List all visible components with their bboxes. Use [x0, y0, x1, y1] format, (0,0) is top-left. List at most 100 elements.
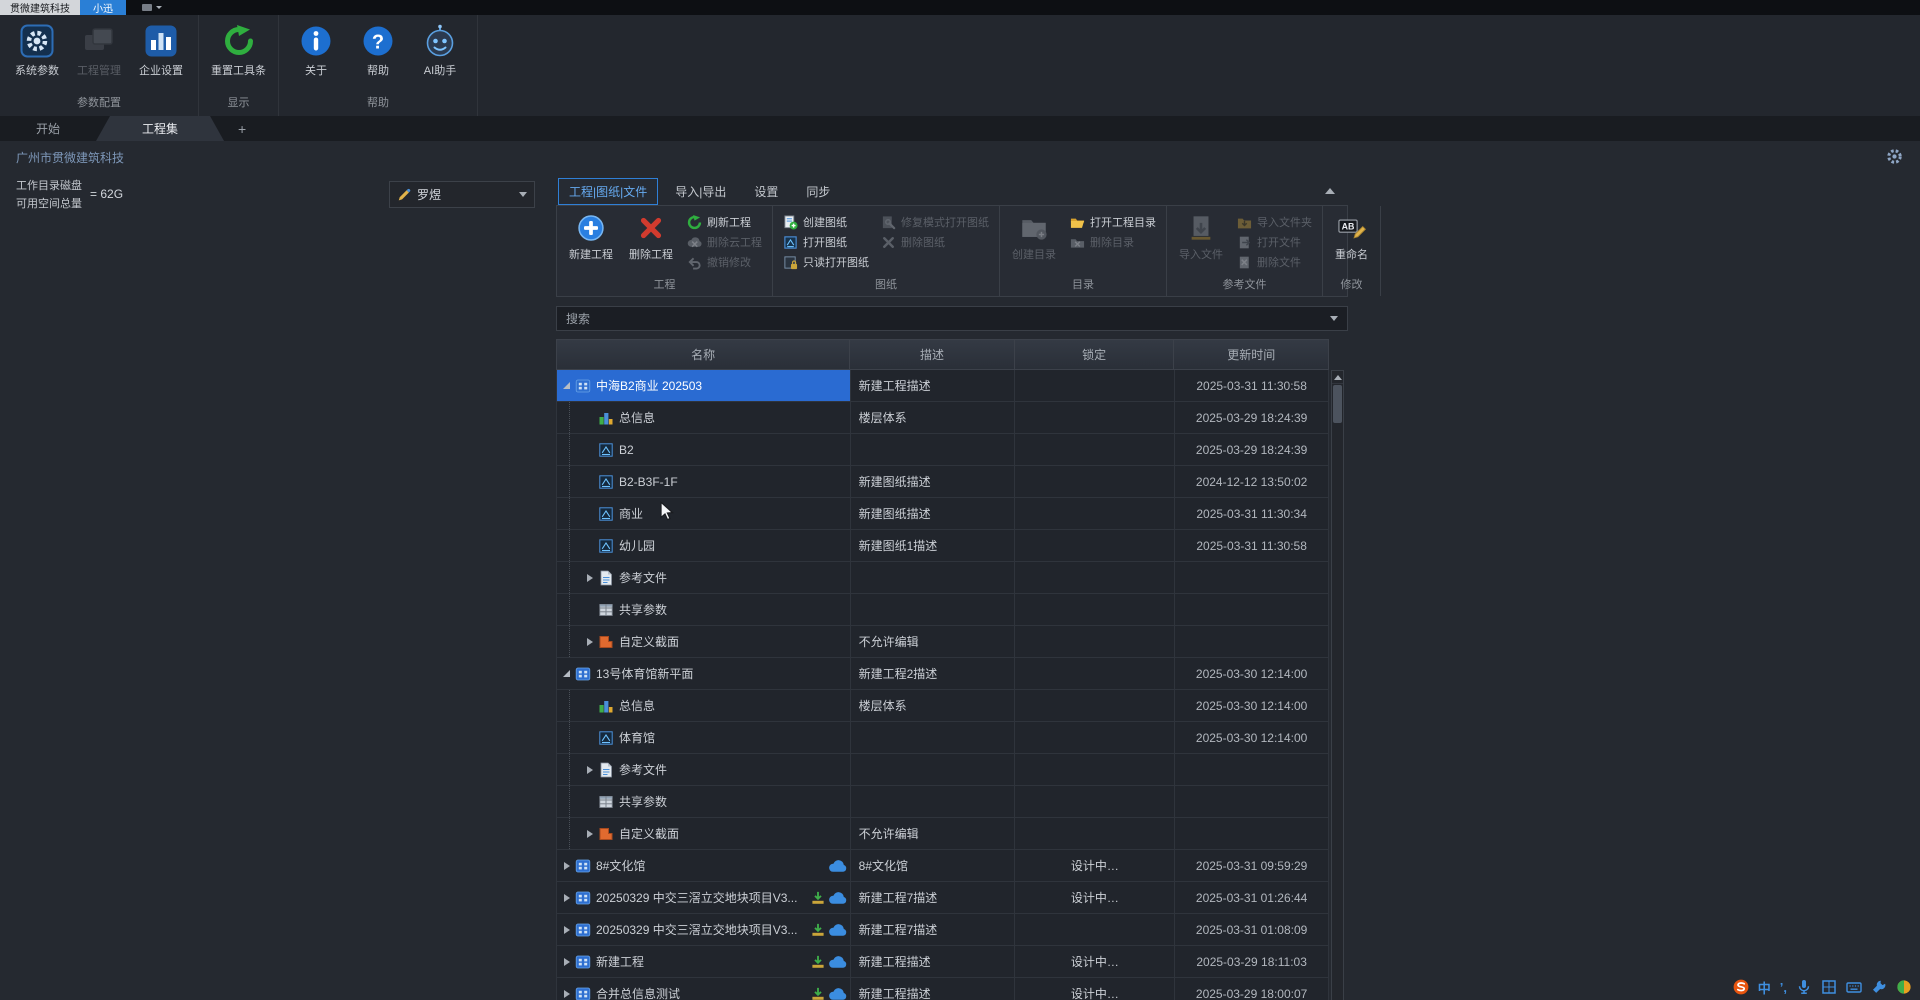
open-drawing-button[interactable]: 打开图纸 [777, 232, 875, 252]
table-row[interactable]: B22025-03-29 18:24:39 [557, 434, 1329, 466]
expand-arrow-icon[interactable] [560, 882, 573, 913]
expand-arrow-icon[interactable] [583, 562, 596, 593]
table-row[interactable]: 商业新建图纸描述2025-03-31 11:30:34 [557, 498, 1329, 530]
app-title-tab[interactable]: 贯微建筑科技 [0, 0, 80, 15]
expand-arrow-icon[interactable] [583, 626, 596, 657]
table-row[interactable]: 合并总信息测试新建工程描述设计中…2025-03-29 18:00:07 [557, 978, 1329, 1000]
quick-menu-button[interactable] [134, 0, 170, 15]
punctuation-icon[interactable]: ’, [1780, 979, 1787, 995]
scroll-up-arrow[interactable] [1332, 371, 1343, 384]
row-name-cell[interactable]: 总信息 [557, 690, 851, 721]
row-name-cell[interactable]: 总信息 [557, 402, 851, 433]
row-name-cell[interactable]: 参考文件 [557, 754, 851, 785]
row-name-cell[interactable]: 共享参数 [557, 786, 851, 817]
table-row[interactable]: 参考文件 [557, 562, 1329, 594]
row-name-cell[interactable]: 20250329 中交三滘立交地块项目V3... [557, 914, 851, 945]
open-project-directory-button[interactable]: 打开工程目录 [1064, 212, 1162, 232]
row-name-cell[interactable]: 自定义截面 [557, 626, 851, 657]
refresh-project-button[interactable]: 刷新工程 [681, 212, 768, 232]
table-row[interactable]: 共享参数 [557, 594, 1329, 626]
row-name: 自定义截面 [619, 825, 679, 842]
button-label: AI助手 [424, 62, 456, 78]
create-drawing-button[interactable]: 创建图纸 [777, 212, 875, 232]
table-row[interactable]: B2-B3F-1F新建图纸描述2024-12-12 13:50:02 [557, 466, 1329, 498]
rename-button[interactable]: AB重命名 [1327, 209, 1376, 262]
skin-icon[interactable] [1896, 979, 1912, 995]
new-project-button[interactable]: 新建工程 [561, 209, 621, 262]
about-button[interactable]: 关于 [285, 20, 347, 80]
expand-arrow-icon[interactable] [560, 978, 573, 1000]
user-dropdown[interactable]: 罗煜 [389, 181, 535, 208]
ai-assistant-button[interactable]: AI助手 [409, 20, 471, 80]
table-row[interactable]: 幼儿园新建图纸1描述2025-03-31 11:30:58 [557, 530, 1329, 562]
enterprise-settings-button[interactable]: 企业设置 [130, 20, 192, 80]
chinese-mode-icon[interactable]: 中 [1758, 979, 1771, 995]
row-name-cell[interactable]: 幼儿园 [557, 530, 851, 561]
add-tab-button[interactable]: + [224, 116, 260, 141]
tab-start[interactable]: 开始 [0, 116, 96, 141]
table-row[interactable]: 参考文件 [557, 754, 1329, 786]
column-header[interactable]: 描述 [850, 340, 1015, 369]
table-row[interactable]: 中海B2商业 202503新建工程描述2025-03-31 11:30:58 [557, 370, 1329, 402]
table-row[interactable]: 自定义截面不允许编辑 [557, 818, 1329, 850]
expand-arrow-icon[interactable] [560, 850, 573, 881]
tree-guide [569, 818, 583, 849]
table-row[interactable]: 总信息楼层体系2025-03-29 18:24:39 [557, 402, 1329, 434]
mic-icon[interactable] [1796, 979, 1812, 995]
scrollbar-thumb[interactable] [1333, 385, 1342, 423]
reset-toolbar-button[interactable]: 重置工具条 [205, 20, 272, 80]
row-name-cell[interactable]: 参考文件 [557, 562, 851, 593]
expand-arrow-icon[interactable] [560, 914, 573, 945]
table-row[interactable]: 新建工程新建工程描述设计中…2025-03-29 18:11:03 [557, 946, 1329, 978]
expand-arrow-icon[interactable] [560, 658, 573, 689]
table-row[interactable]: 13号体育馆新平面新建工程2描述2025-03-30 12:14:00 [557, 658, 1329, 690]
collapse-ribbon-button[interactable] [1320, 183, 1340, 199]
table-row[interactable]: 体育馆2025-03-30 12:14:00 [557, 722, 1329, 754]
row-name-cell[interactable]: 共享参数 [557, 594, 851, 625]
table-row[interactable]: 20250329 中交三滘立交地块项目V3...新建工程7描述设计中…2025-… [557, 882, 1329, 914]
column-header[interactable]: 锁定 [1015, 340, 1175, 369]
settings-gear-icon[interactable] [1886, 148, 1903, 165]
expand-arrow-icon[interactable] [583, 818, 596, 849]
expand-arrow-icon[interactable] [583, 754, 596, 785]
table-row[interactable]: 8#文化馆8#文化馆设计中…2025-03-31 09:59:29 [557, 850, 1329, 882]
table-row[interactable]: 总信息楼层体系2025-03-30 12:14:00 [557, 690, 1329, 722]
sogou-logo-icon[interactable] [1733, 979, 1749, 995]
row-name-cell[interactable]: 体育馆 [557, 722, 851, 753]
expand-arrow-icon[interactable] [560, 946, 573, 977]
tab-import-export[interactable]: 导入|导出 [664, 178, 737, 205]
row-name-cell[interactable]: 自定义截面 [557, 818, 851, 849]
row-name-cell[interactable]: 20250329 中交三滘立交地块项目V3... [557, 882, 851, 913]
delete-project-button[interactable]: 删除工程 [621, 209, 681, 262]
expand-arrow-icon[interactable] [560, 370, 573, 401]
column-header[interactable]: 更新时间 [1174, 340, 1328, 369]
vertical-scrollbar[interactable] [1331, 370, 1344, 1000]
row-name-cell[interactable]: 中海B2商业 202503 [557, 370, 851, 401]
tab-project-drawing-file[interactable]: 工程|图纸|文件 [558, 178, 658, 205]
xiaoxun-assistant-tab[interactable]: 小迅 [80, 0, 126, 15]
search-combobox[interactable]: 搜索 [556, 306, 1348, 331]
readonly-open-drawing-button[interactable]: 只读打开图纸 [777, 252, 875, 272]
create-drawing-icon [783, 215, 798, 230]
column-header[interactable]: 名称 [557, 340, 850, 369]
table-row[interactable]: 共享参数 [557, 786, 1329, 818]
table-row[interactable]: 自定义截面不允许编辑 [557, 626, 1329, 658]
tab-sync[interactable]: 同步 [795, 178, 841, 205]
keyboard-icon[interactable] [1846, 979, 1862, 995]
tab-settings[interactable]: 设置 [743, 178, 789, 205]
row-name-cell[interactable]: 8#文化馆 [557, 850, 851, 881]
row-name-cell[interactable]: 13号体育馆新平面 [557, 658, 851, 689]
tab-project-set[interactable]: 工程集 [96, 116, 224, 141]
table-row[interactable]: 20250329 中交三滘立交地块项目V3...新建工程7描述2025-03-3… [557, 914, 1329, 946]
panel-ribbon: 新建工程删除工程刷新工程删除云工程撤销修改工程创建图纸打开图纸只读打开图纸修复模… [556, 205, 1348, 297]
row-name-cell[interactable]: B2 [557, 434, 851, 465]
handwriting-grid-icon[interactable] [1821, 979, 1837, 995]
system-params-button[interactable]: 系统参数 [6, 20, 68, 80]
row-name: 商业 [619, 505, 643, 522]
wrench-icon[interactable] [1871, 979, 1887, 995]
row-name-cell[interactable]: 商业 [557, 498, 851, 529]
help-button[interactable]: ?帮助 [347, 20, 409, 80]
row-name-cell[interactable]: B2-B3F-1F [557, 466, 851, 497]
row-name-cell[interactable]: 合并总信息测试 [557, 978, 851, 1000]
row-name-cell[interactable]: 新建工程 [557, 946, 851, 977]
